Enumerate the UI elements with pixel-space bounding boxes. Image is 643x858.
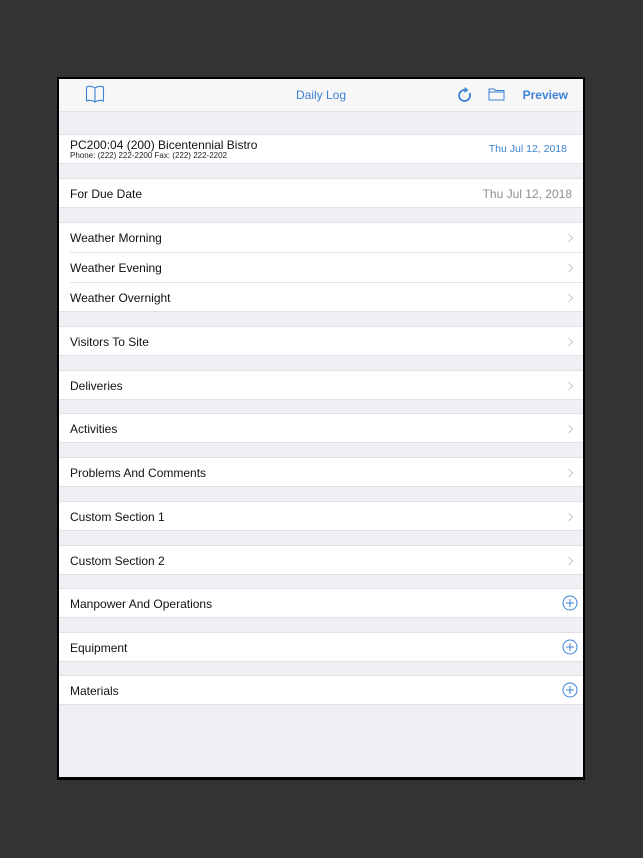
project-contact: Phone: (222) 222-2200 Fax: (222) 222-220… <box>70 151 227 160</box>
refresh-icon[interactable] <box>457 86 473 109</box>
due-date-cell[interactable]: For Due Date Thu Jul 12, 2018 <box>59 178 583 208</box>
chevron-right-icon <box>564 337 574 347</box>
project-date[interactable]: Thu Jul 12, 2018 <box>489 143 567 155</box>
weather-row[interactable]: Weather Evening <box>59 253 583 283</box>
chevron-right-icon <box>564 263 574 273</box>
weather-row[interactable]: Weather Overnight <box>59 283 583 313</box>
project-name: PC200:04 (200) Bicentennial Bistro <box>70 138 258 152</box>
chevron-right-icon <box>564 381 574 391</box>
section-label: Activities <box>70 422 118 436</box>
add-circle-icon[interactable] <box>562 682 578 703</box>
weather-overnight-label: Weather Overnight <box>70 291 171 305</box>
weather-row[interactable]: Weather Morning <box>59 223 583 253</box>
section-label: Visitors To Site <box>70 335 149 349</box>
section-row-manpower[interactable]: Manpower And Operations <box>59 588 583 618</box>
section-label: Manpower And Operations <box>70 597 213 611</box>
section-row-equipment[interactable]: Equipment <box>59 632 583 662</box>
section-label: Materials <box>70 684 119 698</box>
weather-morning-label: Weather Morning <box>70 231 162 245</box>
folder-icon[interactable] <box>488 87 505 106</box>
ipad-frame: Daily Log Preview PC200:04 (200) Bicente… <box>57 77 585 780</box>
section-label: Problems And Comments <box>70 466 207 480</box>
add-circle-icon[interactable] <box>562 595 578 616</box>
section-row-custom-2[interactable]: Custom Section 2 <box>59 545 583 575</box>
section-row-visitors[interactable]: Visitors To Site <box>59 326 583 356</box>
add-circle-icon[interactable] <box>562 639 578 660</box>
preview-button[interactable]: Preview <box>523 88 568 102</box>
weather-evening-label: Weather Evening <box>70 261 162 275</box>
section-row-activities[interactable]: Activities <box>59 413 583 443</box>
section-label: Custom Section 1 <box>70 510 165 524</box>
section-row-materials[interactable]: Materials <box>59 675 583 705</box>
chevron-right-icon <box>564 468 574 478</box>
chevron-right-icon <box>564 293 574 303</box>
chevron-right-icon <box>564 556 574 566</box>
chevron-right-icon <box>564 424 574 434</box>
weather-group: Weather Morning Weather Evening Weather … <box>59 222 583 312</box>
screen: Daily Log Preview PC200:04 (200) Bicente… <box>59 79 583 777</box>
section-label: Deliveries <box>70 379 123 393</box>
section-label: Equipment <box>70 641 128 655</box>
chevron-right-icon <box>564 233 574 243</box>
due-date-label: For Due Date <box>70 187 143 201</box>
section-row-deliveries[interactable]: Deliveries <box>59 370 583 400</box>
project-cell[interactable]: PC200:04 (200) Bicentennial Bistro Phone… <box>59 134 583 164</box>
section-row-problems[interactable]: Problems And Comments <box>59 457 583 487</box>
section-label: Custom Section 2 <box>70 554 165 568</box>
navigation-bar: Daily Log Preview <box>59 79 583 112</box>
section-row-custom-1[interactable]: Custom Section 1 <box>59 501 583 531</box>
due-date-value: Thu Jul 12, 2018 <box>482 187 572 201</box>
chevron-right-icon <box>564 512 574 522</box>
